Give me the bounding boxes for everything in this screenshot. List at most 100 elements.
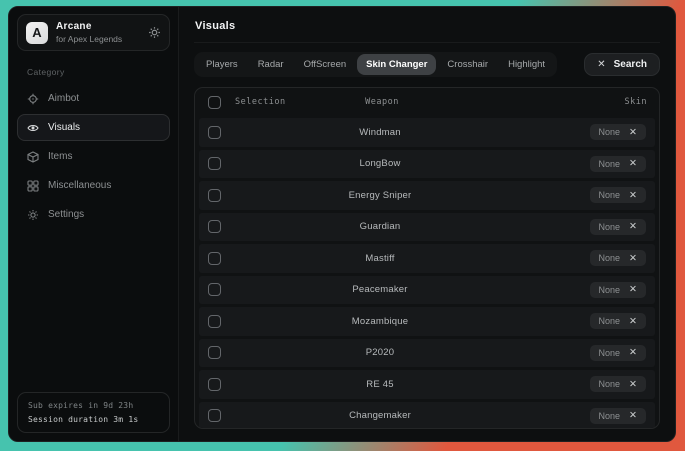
weapon-name: Windman: [359, 127, 401, 138]
tabs-group: PlayersRadarOffScreenSkin ChangerCrossha…: [194, 52, 557, 77]
weapon-name: Mozambique: [352, 316, 408, 327]
skin-badge[interactable]: None ✕: [590, 250, 646, 266]
clear-skin-icon[interactable]: ✕: [629, 411, 637, 421]
search-button[interactable]: ✕ Search: [584, 53, 660, 76]
grid-icon: [27, 180, 39, 192]
skin-value: None: [599, 253, 621, 263]
gear-icon: [27, 209, 39, 221]
row-checkbox[interactable]: [208, 252, 221, 265]
skin-badge[interactable]: None ✕: [590, 345, 646, 361]
clear-skin-icon[interactable]: ✕: [629, 380, 637, 390]
weapon-column-header: Weapon: [365, 97, 399, 107]
sidebar-item-items[interactable]: Items: [17, 143, 170, 170]
weapon-name: Changemaker: [349, 410, 411, 421]
sidebar-item-label: Miscellaneous: [48, 180, 111, 191]
tab-radar[interactable]: Radar: [249, 54, 293, 75]
search-x-icon: ✕: [597, 59, 605, 70]
clear-skin-icon[interactable]: ✕: [629, 191, 637, 201]
skin-value: None: [599, 127, 621, 137]
sub-expiry-text: Sub expires in 9d 23h: [28, 401, 159, 410]
table-header-row: Selection Weapon Skin: [195, 88, 659, 116]
clear-skin-icon[interactable]: ✕: [629, 222, 637, 232]
table-header-mid: Selection Weapon: [235, 88, 529, 116]
skin-badge-cell: None ✕: [590, 250, 655, 266]
skin-badge-cell: None ✕: [590, 282, 655, 298]
row-checkbox[interactable]: [208, 315, 221, 328]
sidebar-item-visuals[interactable]: Visuals: [17, 114, 170, 141]
tab-players[interactable]: Players: [197, 54, 247, 75]
table-row: Energy Sniper None ✕: [199, 181, 655, 210]
skin-value: None: [599, 316, 621, 326]
clear-skin-icon[interactable]: ✕: [629, 159, 637, 169]
tab-skin-changer[interactable]: Skin Changer: [357, 54, 436, 75]
page-title: Visuals: [195, 20, 659, 32]
eye-icon: [27, 122, 39, 134]
app-name: Arcane: [56, 21, 140, 32]
category-label: Category: [27, 67, 160, 77]
row-checkbox[interactable]: [208, 157, 221, 170]
subscription-card: Sub expires in 9d 23h Session duration 3…: [17, 392, 170, 433]
clear-skin-icon[interactable]: ✕: [629, 285, 637, 295]
skin-badge-cell: None ✕: [590, 156, 655, 172]
main-panel: Visuals PlayersRadarOffScreenSkin Change…: [179, 7, 675, 441]
table-row: Changemaker None ✕: [199, 402, 655, 430]
skin-value: None: [599, 411, 621, 421]
row-checkbox[interactable]: [208, 346, 221, 359]
skin-badge[interactable]: None✕: [590, 219, 646, 235]
skin-badge-cell: None ✕: [590, 376, 655, 392]
search-button-label: Search: [614, 59, 647, 70]
sidebar-item-miscellaneous[interactable]: Miscellaneous: [17, 172, 170, 199]
skin-badge[interactable]: None ✕: [590, 313, 646, 329]
skin-badge-cell: None ✕: [590, 187, 655, 203]
skin-badge[interactable]: None ✕: [590, 376, 646, 392]
skin-value: None: [599, 190, 621, 200]
sidebar-item-label: Aimbot: [48, 93, 79, 104]
sidebar-item-label: Settings: [48, 209, 84, 220]
skin-badge[interactable]: None ✕: [590, 156, 646, 172]
table-row: P2020 None ✕: [199, 339, 655, 368]
skin-value: None: [599, 159, 621, 169]
app-logo: A: [26, 22, 48, 44]
skin-badge-cell: None ✕: [590, 313, 655, 329]
app-logo-card: A Arcane for Apex Legends: [17, 14, 170, 51]
crosshair-icon: [27, 93, 39, 105]
sidebar-item-settings[interactable]: Settings: [17, 201, 170, 228]
row-checkbox[interactable]: [208, 126, 221, 139]
skin-value: None: [599, 285, 621, 295]
row-checkbox[interactable]: [208, 283, 221, 296]
app-title-block: Arcane for Apex Legends: [56, 21, 140, 44]
select-all-checkbox[interactable]: [208, 96, 221, 109]
clear-skin-icon[interactable]: ✕: [629, 348, 637, 358]
settings-gear-icon[interactable]: [148, 26, 161, 39]
table-row: Guardian None✕: [199, 213, 655, 242]
main-header: Visuals: [194, 7, 660, 43]
tab-highlight[interactable]: Highlight: [499, 54, 554, 75]
tab-crosshair[interactable]: Crosshair: [438, 54, 497, 75]
clear-skin-icon[interactable]: ✕: [629, 128, 637, 138]
skin-badge[interactable]: None ✕: [590, 124, 646, 140]
clear-skin-icon[interactable]: ✕: [629, 254, 637, 264]
sidebar-item-aimbot[interactable]: Aimbot: [17, 85, 170, 112]
skin-value: None: [599, 379, 621, 389]
table-row: Peacemaker None ✕: [199, 276, 655, 305]
session-duration-text: Session duration 3m 1s: [28, 415, 159, 424]
skin-value: None: [599, 348, 621, 358]
row-checkbox[interactable]: [208, 378, 221, 391]
table-row: Mastiff None ✕: [199, 244, 655, 273]
weapon-name: P2020: [366, 347, 394, 358]
sidebar: A Arcane for Apex Legends Category Aimbo…: [9, 7, 179, 441]
row-checkbox[interactable]: [208, 409, 221, 422]
weapon-name: Mastiff: [365, 253, 394, 264]
row-checkbox[interactable]: [208, 189, 221, 202]
weapon-name: Guardian: [360, 221, 401, 232]
weapon-name: Energy Sniper: [349, 190, 412, 201]
tab-offscreen[interactable]: OffScreen: [295, 54, 356, 75]
skin-badge[interactable]: None ✕: [590, 408, 646, 424]
clear-skin-icon[interactable]: ✕: [629, 317, 637, 327]
skin-badge[interactable]: None ✕: [590, 187, 646, 203]
skin-badge-cell: None ✕: [590, 345, 655, 361]
skin-badge[interactable]: None ✕: [590, 282, 646, 298]
sidebar-item-label: Visuals: [48, 122, 80, 133]
weapon-name: Peacemaker: [352, 284, 407, 295]
row-checkbox[interactable]: [208, 220, 221, 233]
